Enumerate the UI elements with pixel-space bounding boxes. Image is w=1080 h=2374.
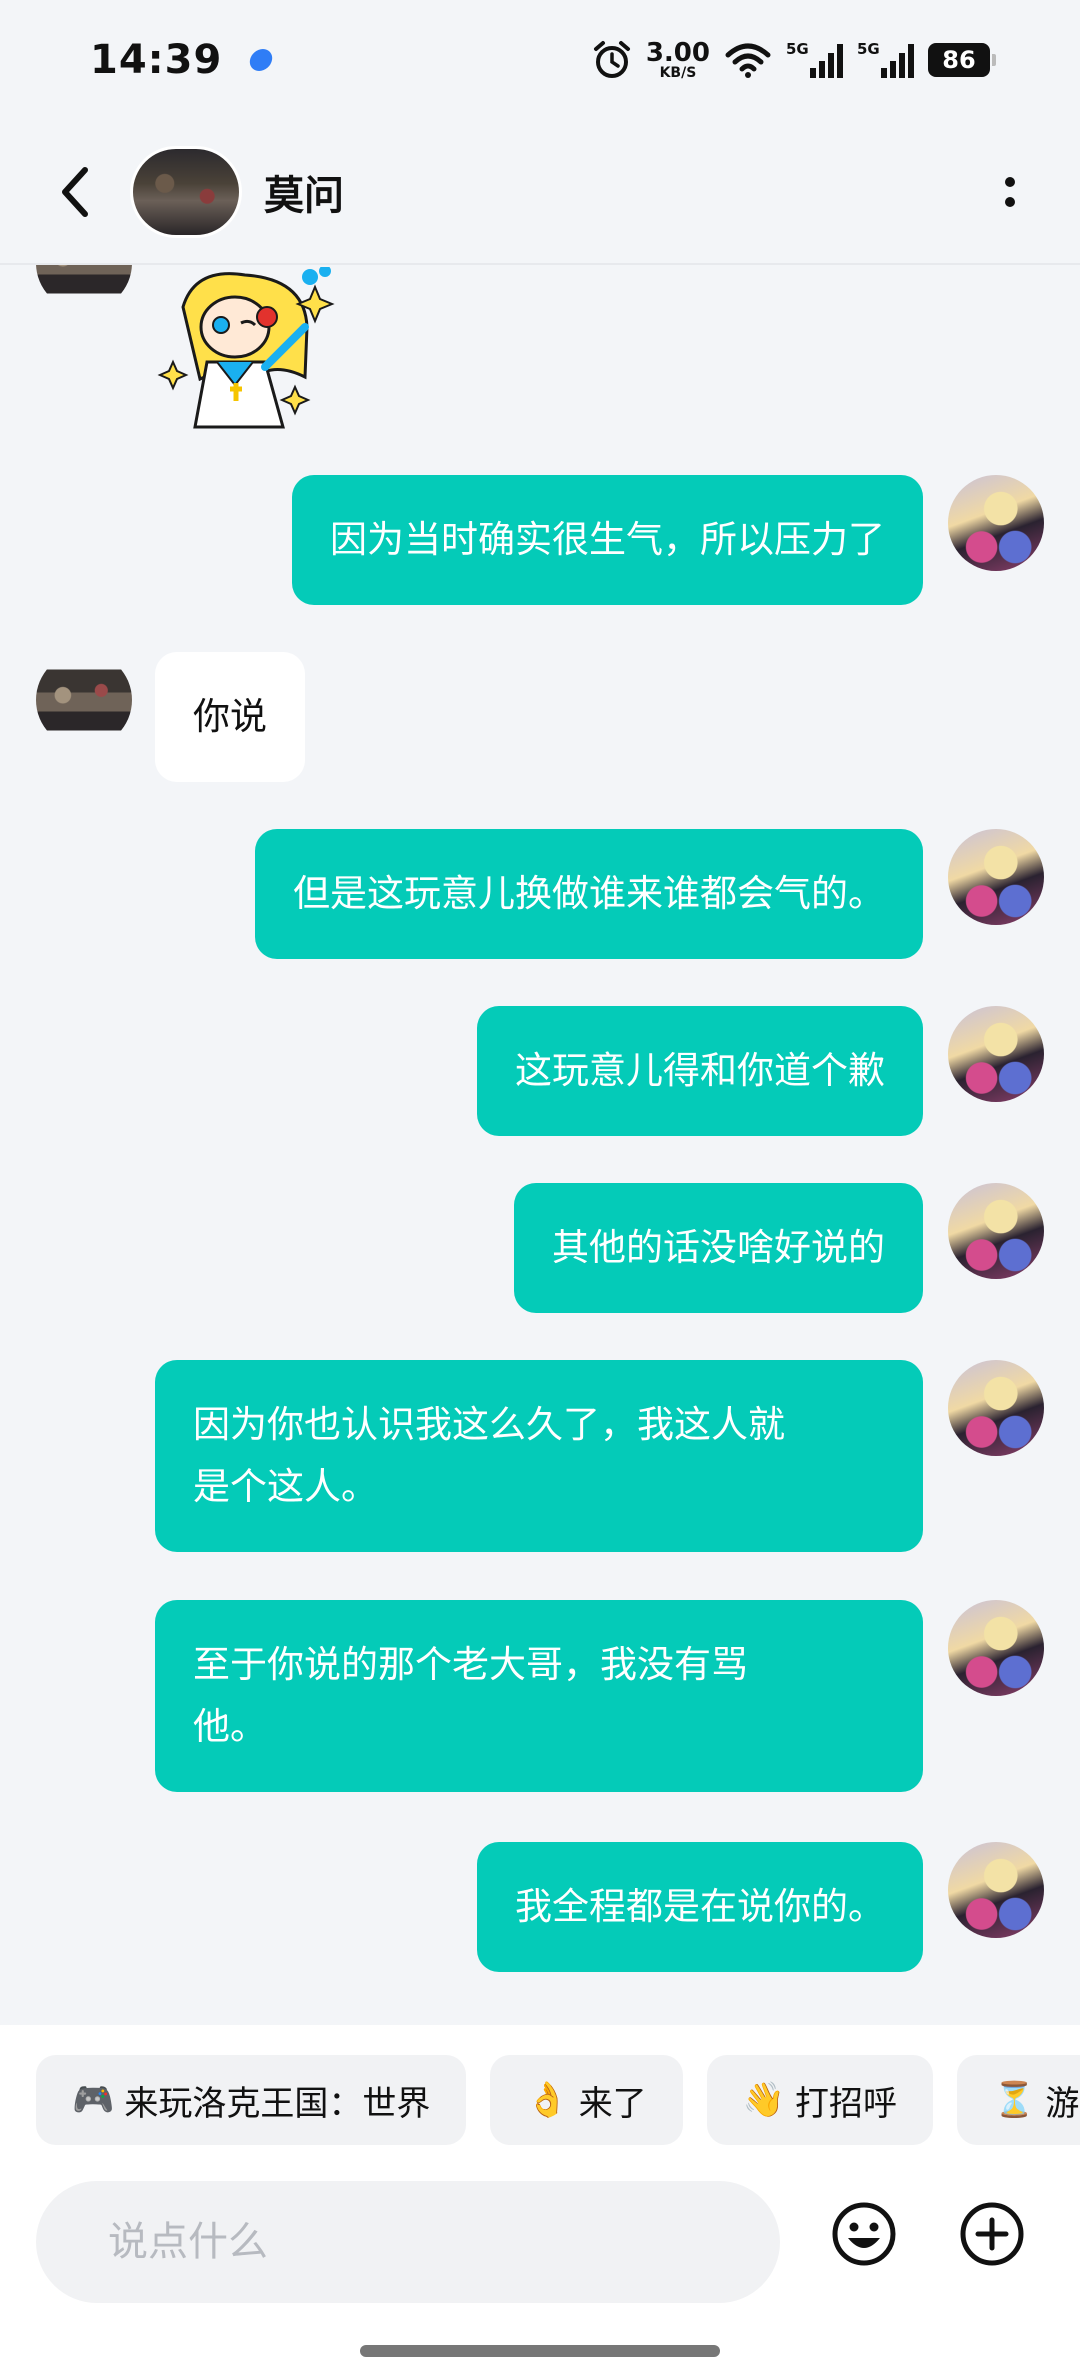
quick-reply-chip[interactable]: 👌 来了 xyxy=(490,2055,683,2145)
avatar-self[interactable] xyxy=(948,829,1044,925)
avatar-self[interactable] xyxy=(948,1006,1044,1102)
more-dot-icon xyxy=(1005,196,1015,207)
quick-reply-chip[interactable]: ⏳ 游 xyxy=(957,2055,1080,2145)
app-notification-icon xyxy=(248,49,275,71)
avatar-self[interactable] xyxy=(948,475,1044,571)
quick-reply-label: 打招呼 xyxy=(795,2083,898,2124)
message-bubble-received[interactable]: 你说 xyxy=(155,652,305,782)
chat-header: 莫问 xyxy=(0,120,1080,265)
message-bubble-sent[interactable]: 因为你也认识我这么久了，我这人就 是个这人。 xyxy=(155,1360,923,1552)
quick-reply-chip[interactable]: 👋 打招呼 xyxy=(706,2055,934,2145)
status-icons: 3.00 KB/S 5G 5G 86 xyxy=(592,38,996,81)
avatar-self[interactable] xyxy=(948,1183,1044,1279)
contact-avatar[interactable] xyxy=(130,145,242,238)
status-time: 14:39 xyxy=(90,37,223,83)
message-list[interactable]: 因为当时确实很生气，所以压力了 你说 但是这玩意儿换做谁来谁都会气的。 这玩意儿… xyxy=(0,265,1080,2025)
quick-reply-label: 来玩洛克王国：世界 xyxy=(124,2083,431,2124)
ok-hand-icon: 👌 xyxy=(526,2080,569,2120)
back-button[interactable] xyxy=(40,157,110,227)
plus-icon[interactable] xyxy=(958,2200,1026,2268)
avatar-self[interactable] xyxy=(948,1360,1044,1456)
message-bubble-sent[interactable]: 至于你说的那个老大哥，我没有骂 他。 xyxy=(155,1600,923,1792)
quick-reply-chip[interactable]: 🎮 来玩洛克王国：世界 xyxy=(36,2055,467,2145)
status-bar: 14:39 3.00 KB/S 5G 5G 86 xyxy=(0,0,1080,120)
message-input[interactable] xyxy=(36,2181,780,2303)
home-indicator[interactable] xyxy=(360,2345,720,2357)
message-line: 因为你也认识我这么久了，我这人就 xyxy=(193,1403,785,1446)
contact-name[interactable]: 莫问 xyxy=(264,163,344,221)
emoji-icon[interactable] xyxy=(830,2200,898,2268)
message-bubble-sent[interactable]: 这玩意儿得和你道个歉 xyxy=(477,1006,923,1136)
alarm-icon xyxy=(593,41,630,78)
hourglass-icon: ⏳ xyxy=(993,2080,1036,2120)
message-line: 至于你说的那个老大哥，我没有骂 xyxy=(193,1643,748,1686)
cellular-signal-1-icon: 5G xyxy=(786,40,843,78)
cellular-signal-2-icon: 5G xyxy=(857,40,914,78)
chevron-left-icon xyxy=(62,166,88,217)
battery-icon: 86 xyxy=(928,43,996,77)
message-bubble-sent[interactable]: 其他的话没啥好说的 xyxy=(514,1183,923,1313)
quick-reply-label: 游 xyxy=(1045,2083,1080,2124)
more-dot-icon xyxy=(1005,176,1015,187)
avatar-other[interactable] xyxy=(36,652,132,748)
message-line: 是个这人。 xyxy=(193,1465,378,1508)
message-line: 他。 xyxy=(193,1705,267,1748)
sticker-image xyxy=(157,267,335,429)
gamepad-icon: 🎮 xyxy=(72,2080,115,2120)
message-bubble-sent[interactable]: 但是这玩意儿换做谁来谁都会气的。 xyxy=(255,829,923,959)
avatar-self[interactable] xyxy=(948,1600,1044,1696)
quick-reply-label: 来了 xyxy=(578,2083,647,2124)
wave-icon: 👋 xyxy=(742,2080,786,2120)
network-speed: 3.00 KB/S xyxy=(645,38,710,81)
wifi-icon xyxy=(725,43,771,78)
message-bubble-sent[interactable]: 因为当时确实很生气，所以压力了 xyxy=(292,475,923,605)
quick-reply-bar: 🎮 来玩洛克王国：世界 👌 来了 👋 打招呼 ⏳ 游 xyxy=(0,2025,1080,2175)
input-bar xyxy=(0,2175,1080,2374)
more-options-button[interactable] xyxy=(1000,176,1020,207)
avatar-other[interactable] xyxy=(36,265,132,311)
avatar-self[interactable] xyxy=(948,1842,1044,1938)
message-bubble-sent[interactable]: 我全程都是在说你的。 xyxy=(477,1842,923,1972)
